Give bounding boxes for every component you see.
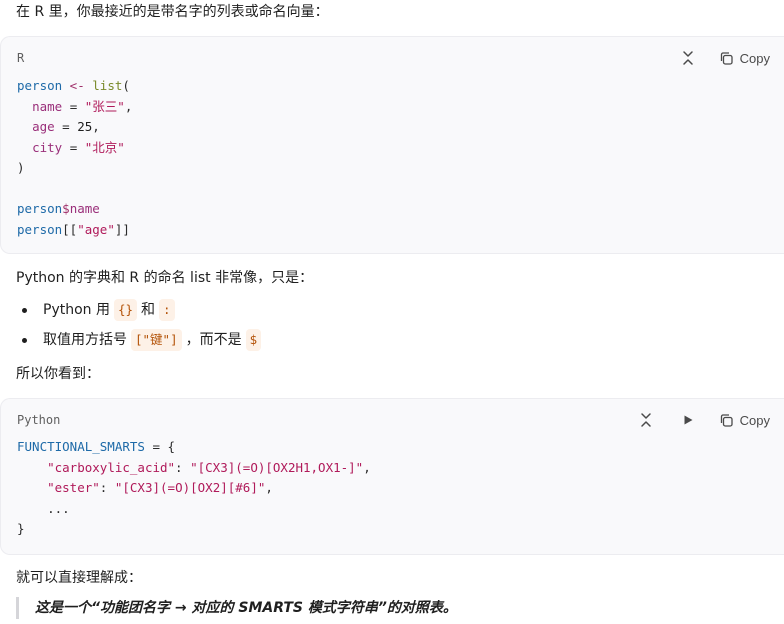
code-block-r: R Copy person <- list( name = "张三", age …	[0, 36, 784, 254]
code-language-label: Python	[17, 413, 61, 427]
mid-text: Python 的字典和 R 的命名 list 非常像，只是：	[16, 270, 314, 286]
play-icon	[684, 415, 693, 425]
code-toolbar: Copy	[677, 47, 770, 69]
copy-label: Copy	[739, 50, 770, 66]
run-button[interactable]	[677, 409, 699, 431]
collapse-icon	[640, 413, 651, 427]
intro-text: 在 R 里，你最接近的是带名字的列表或命名向量：	[16, 4, 329, 20]
copy-button[interactable]: Copy	[719, 409, 770, 431]
code-content[interactable]: person <- list( name = "张三", age = 25, c…	[17, 76, 132, 240]
copy-icon	[720, 413, 733, 427]
inline-code: {}	[113, 299, 138, 321]
list-item: 取值用方括号 ["键"] ，而不是 $	[22, 329, 265, 351]
copy-button[interactable]: Copy	[719, 47, 770, 69]
collapse-button[interactable]	[677, 47, 699, 69]
list-item: Python 用 {} 和 :	[22, 299, 179, 321]
copy-label: Copy	[739, 412, 770, 428]
understand-text: 就可以直接理解成：	[16, 570, 142, 586]
code-toolbar: Copy	[635, 409, 770, 431]
bullet-dot	[22, 337, 27, 343]
code-block-python: Python Copy FUNCTIONAL_SMARTS = { "carbo…	[0, 398, 784, 555]
see-text: 所以你看到：	[16, 366, 100, 382]
bullet-dot	[22, 307, 27, 313]
code-language-label: R	[17, 51, 25, 65]
copy-icon	[720, 51, 733, 65]
inline-code: :	[159, 299, 175, 321]
blockquote: 这是一个“功能团名字 → 对应的 SMARTS 模式字符串”的对照表。	[16, 597, 457, 619]
inline-code: $	[245, 329, 262, 351]
inline-code: ["键"]	[131, 329, 182, 351]
collapse-button[interactable]	[635, 409, 657, 431]
code-content[interactable]: FUNCTIONAL_SMARTS = { "carboxylic_acid":…	[17, 437, 371, 540]
collapse-icon	[682, 51, 693, 65]
